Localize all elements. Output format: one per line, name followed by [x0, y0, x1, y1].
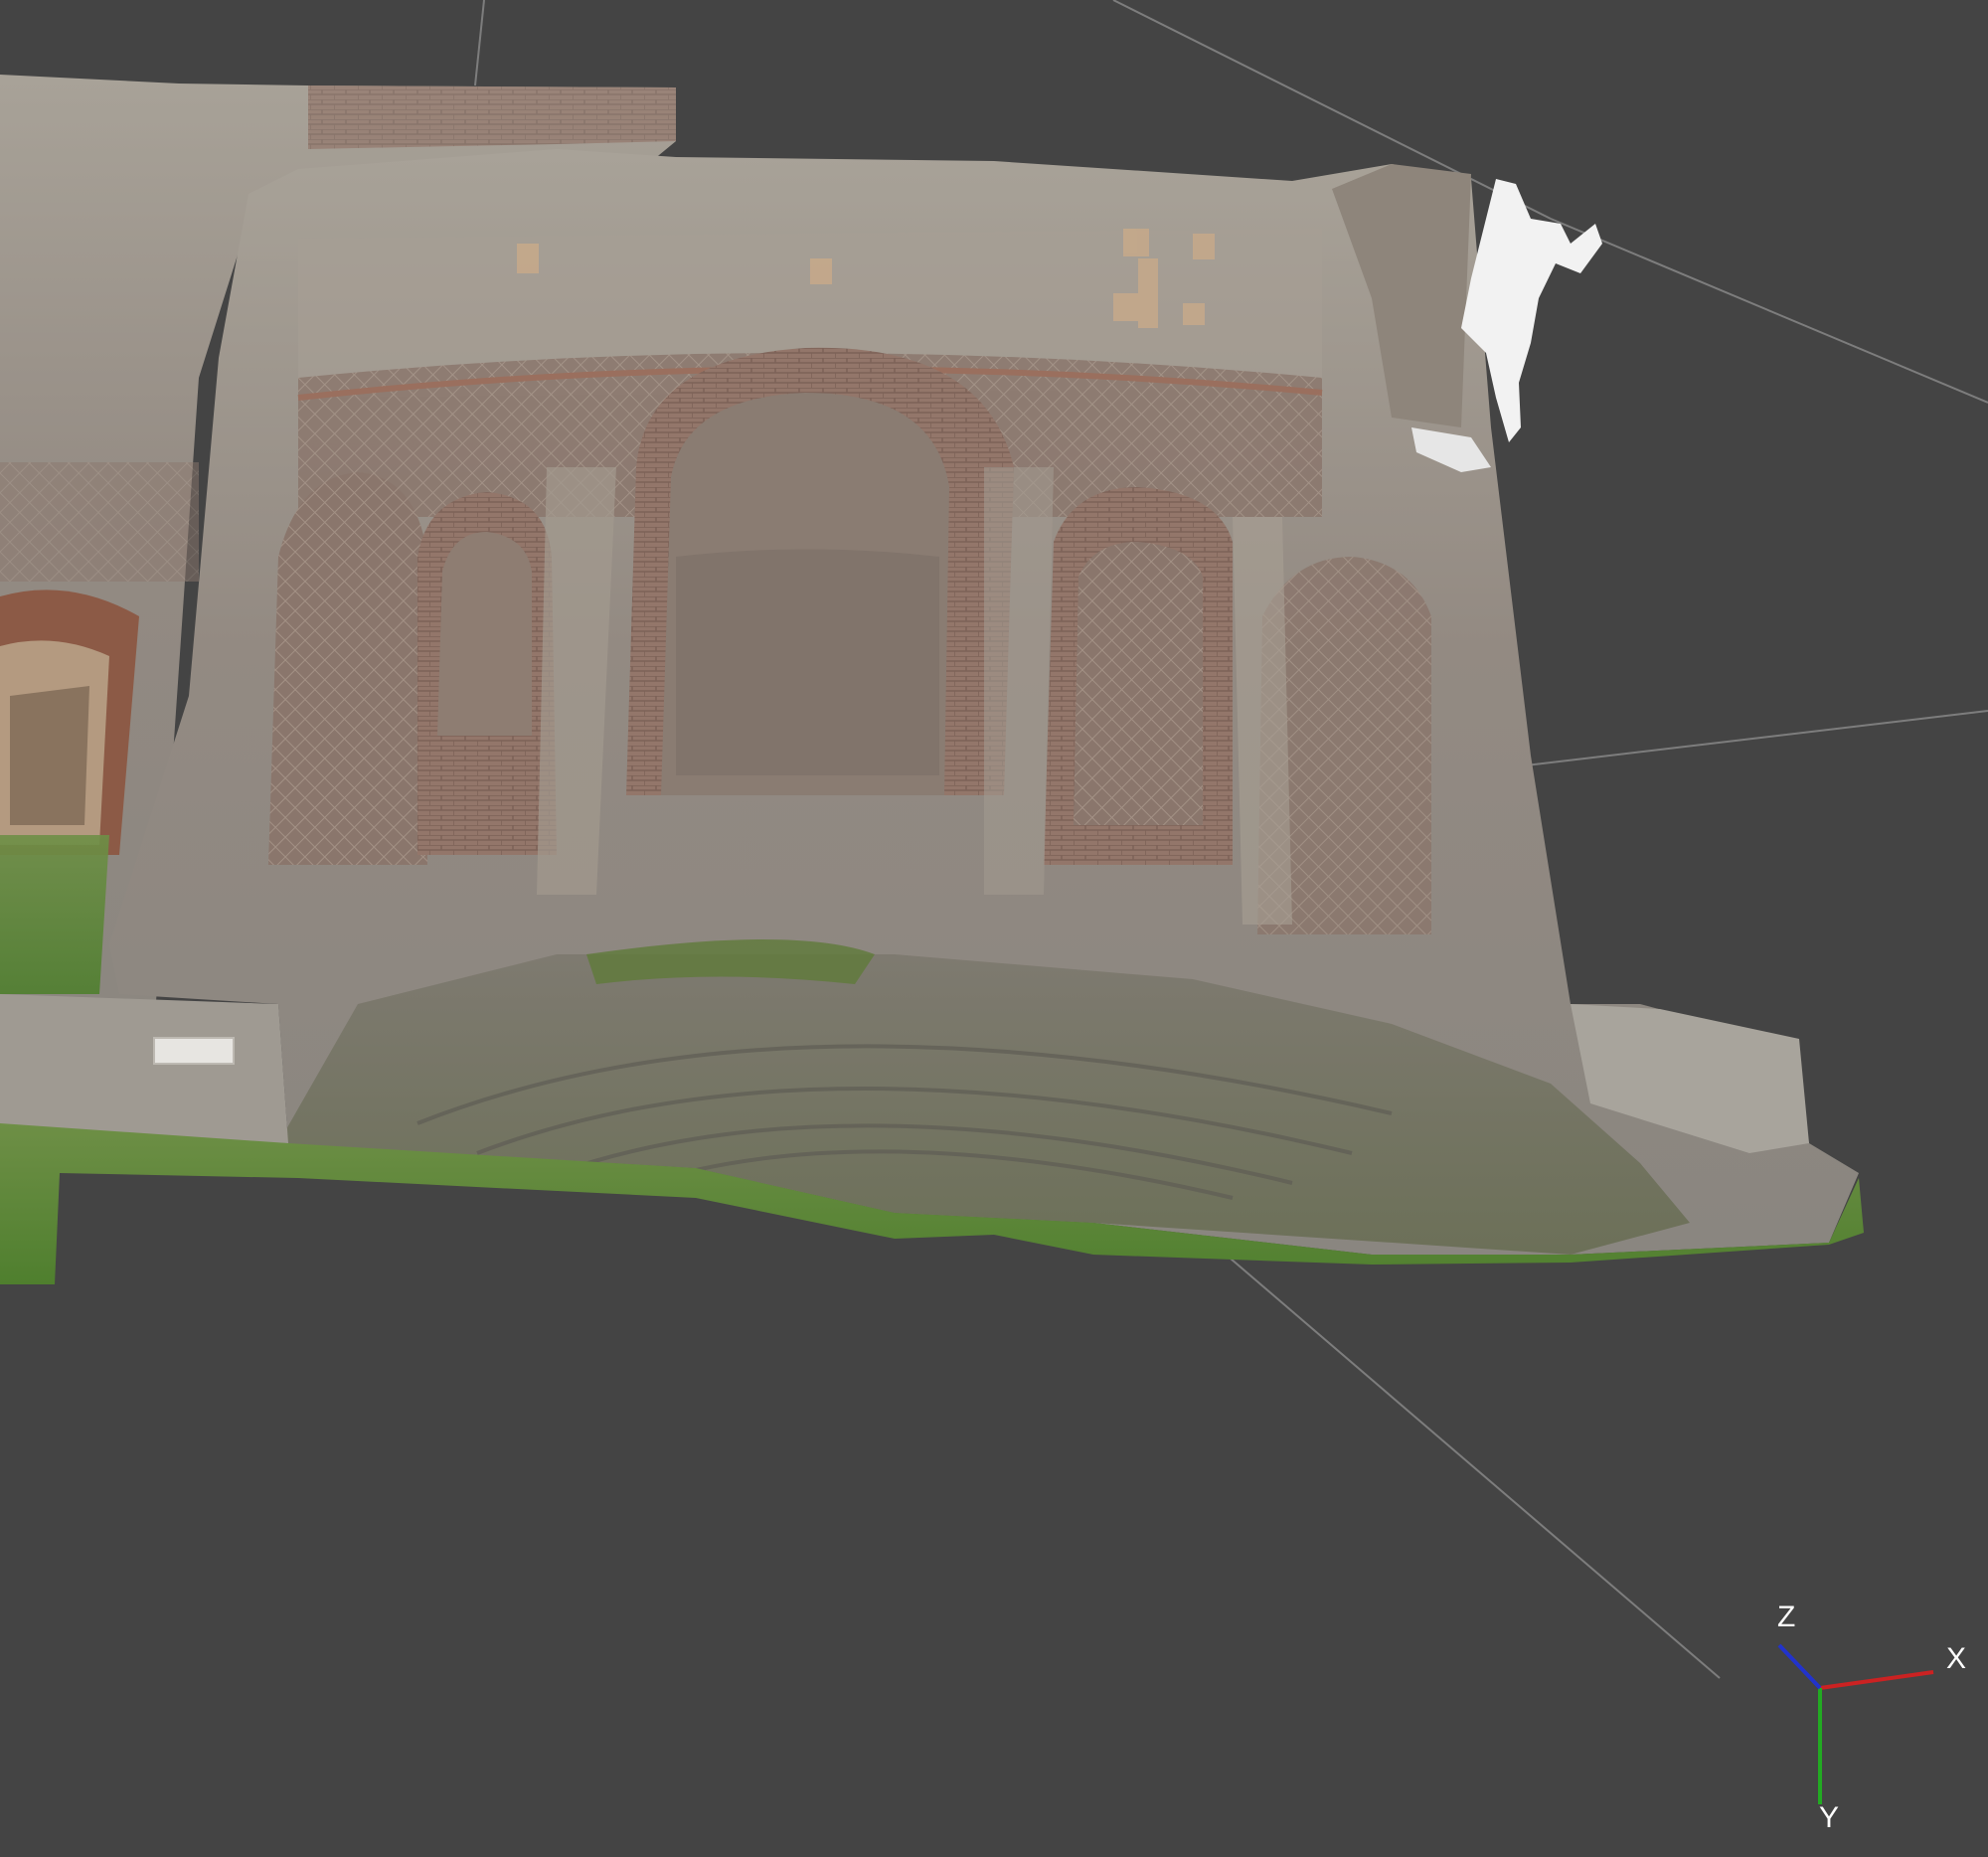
inscription-plaque	[153, 1037, 235, 1065]
z-axis-line	[1777, 1643, 1822, 1690]
z-axis-label: Z	[1777, 1601, 1796, 1633]
scene-canvas[interactable]	[0, 0, 1988, 1857]
y-axis-label: Y	[1819, 1801, 1840, 1834]
ruin-model[interactable]	[0, 75, 1864, 1284]
axis-gizmo[interactable]: Z X Y	[1749, 1601, 1988, 1839]
axis-gizmo-lines	[1777, 1643, 1934, 1804]
left-niche-outer	[268, 472, 427, 865]
x-axis-label: X	[1946, 1642, 1967, 1675]
x-axis-line	[1819, 1670, 1934, 1690]
3d-viewport[interactable]: Z X Y	[0, 0, 1988, 1857]
